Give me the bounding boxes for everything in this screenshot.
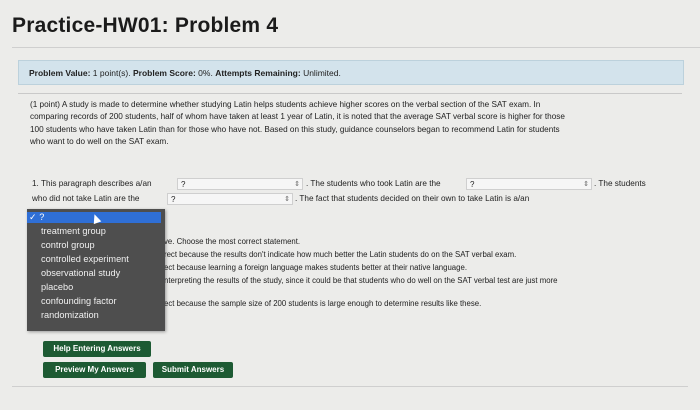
select-arrows-icon: ⇕ <box>284 196 290 203</box>
statement-line: ect because learning a foreign language … <box>164 263 467 272</box>
submit-answers-button[interactable]: Submit Answers <box>153 362 233 378</box>
dropdown-option[interactable]: treatment group <box>41 226 106 236</box>
q1-prefix: 1. This paragraph describes a/an <box>32 179 152 188</box>
non-latin-group-select[interactable]: ? ⇕ <box>167 193 293 205</box>
statement-line: nterpreting the results of the study, si… <box>164 276 558 285</box>
preview-answers-button[interactable]: Preview My Answers <box>43 362 146 378</box>
select-arrows-icon: ⇕ <box>294 181 300 188</box>
dropdown-option[interactable]: confounding factor <box>41 296 117 306</box>
latin-group-select[interactable]: ? ⇕ <box>466 178 592 190</box>
study-type-select[interactable]: ? ⇕ <box>177 178 303 190</box>
statement-line: ect because the sample size of 200 stude… <box>164 299 482 308</box>
dropdown-option[interactable]: control group <box>41 240 95 250</box>
dropdown-option[interactable]: placebo <box>41 282 73 292</box>
statement-line: rect because the results don't indicate … <box>164 250 517 259</box>
q2-suffix: . The fact that students decided on thei… <box>295 194 530 203</box>
help-entering-answers-button[interactable]: Help Entering Answers <box>43 341 151 357</box>
q1-middle: . The students who took Latin are the <box>306 179 441 188</box>
statement-line: ve. Choose the most correct statement. <box>164 237 301 246</box>
bottom-divider <box>12 386 688 387</box>
latin-group-select-value: ? <box>470 180 475 189</box>
dropdown-option[interactable]: observational study <box>41 268 120 278</box>
dropdown-option[interactable]: controlled experiment <box>41 254 129 264</box>
dropdown-option[interactable]: randomization <box>41 310 99 320</box>
study-type-select-value: ? <box>181 180 186 189</box>
select-arrows-icon: ⇕ <box>583 181 589 188</box>
non-latin-group-select-value: ? <box>171 195 176 204</box>
q1-suffix: . The students <box>594 179 646 188</box>
answer-dropdown-menu[interactable]: ✓ ? treatment group control group contro… <box>27 209 165 331</box>
q2-prefix: who did not take Latin are the <box>32 194 140 203</box>
